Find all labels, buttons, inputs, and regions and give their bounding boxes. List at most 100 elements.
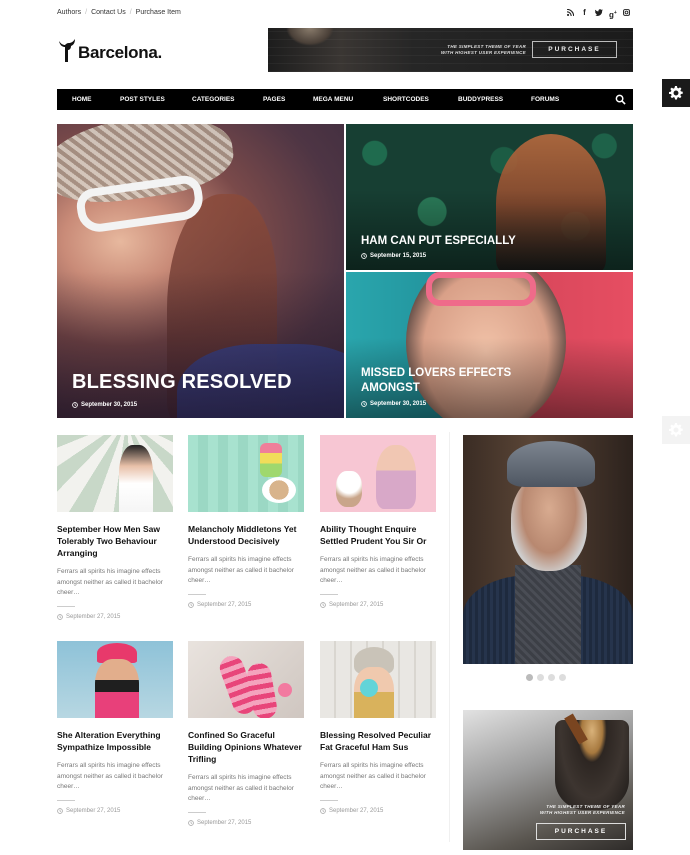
- post-divider: [188, 811, 206, 813]
- post-date-text: September 27, 2015: [66, 613, 121, 620]
- post-thumbnail[interactable]: [320, 435, 436, 512]
- rss-icon[interactable]: [566, 8, 575, 17]
- post-date-text: September 27, 2015: [66, 807, 121, 814]
- sidebar-slider-image[interactable]: [463, 435, 633, 664]
- purchase-button[interactable]: PURCHASE: [536, 823, 626, 840]
- post-divider: [57, 605, 75, 607]
- main-navigation: HOME POST STYLES CATEGORIES PAGES MEGA M…: [57, 89, 633, 110]
- post-thumbnail[interactable]: [57, 641, 173, 718]
- post-card[interactable]: Melancholy Middletons Yet Understood Dec…: [188, 435, 304, 608]
- clock-icon: [188, 601, 194, 608]
- search-icon[interactable]: [615, 94, 626, 105]
- post-date: September 27, 2015: [188, 602, 304, 608]
- post-divider: [320, 593, 338, 595]
- post-thumbnail[interactable]: [188, 435, 304, 512]
- instagram-icon[interactable]: [623, 9, 630, 17]
- post-thumbnail[interactable]: [57, 435, 173, 512]
- post-excerpt: Ferrars all spirits his imagine effects …: [188, 774, 294, 802]
- social-links: f g+: [566, 8, 630, 19]
- sidebar-banner-ad[interactable]: THE SIMPLEST THEME OF YEAR WITH HIGHEST …: [463, 710, 633, 850]
- post-divider: [57, 799, 75, 801]
- post-date: September 27, 2015: [320, 602, 436, 608]
- top-link-contact[interactable]: Contact Us: [91, 9, 126, 16]
- slider-pagination: [526, 674, 566, 681]
- ad-tagline-line2: WITH HIGHEST USER EXPERIENCE: [539, 810, 625, 815]
- top-link-separator: /: [129, 9, 132, 16]
- post-date: September 27, 2015: [320, 808, 436, 814]
- post-title[interactable]: She Alteration Everything Sympathize Imp…: [57, 729, 173, 753]
- post-title[interactable]: Confined So Graceful Building Opinions W…: [188, 729, 304, 765]
- post-card[interactable]: Confined So Graceful Building Opinions W…: [188, 641, 304, 826]
- post-card[interactable]: September How Men Saw Tolerably Two Beha…: [57, 435, 173, 620]
- post-card[interactable]: Blessing Resolved Peculiar Fat Graceful …: [320, 641, 436, 814]
- slider-dot[interactable]: [559, 674, 566, 681]
- featured-date-text: September 30, 2015: [81, 402, 138, 408]
- google-plus-icon[interactable]: g+: [609, 9, 617, 19]
- post-date: September 27, 2015: [57, 808, 173, 814]
- featured-date-text: September 15, 2015: [370, 253, 427, 259]
- top-bar: Authors / Contact Us / Purchase Item f g…: [57, 9, 633, 21]
- post-excerpt: Ferrars all spirits his imagine effects …: [320, 556, 426, 584]
- post-title[interactable]: Blessing Resolved Peculiar Fat Graceful …: [320, 729, 436, 753]
- featured-title-bottom-right[interactable]: MISSED LOVERS EFFECTS AMONGST: [361, 366, 531, 396]
- column-divider: [449, 432, 450, 842]
- post-thumbnail[interactable]: [188, 641, 304, 718]
- post-title[interactable]: September How Men Saw Tolerably Two Beha…: [57, 523, 173, 559]
- post-date-text: September 27, 2015: [329, 601, 384, 608]
- post-excerpt: Ferrars all spirits his imagine effects …: [188, 556, 294, 584]
- post-title[interactable]: Melancholy Middletons Yet Understood Dec…: [188, 523, 304, 547]
- top-link-separator: /: [85, 9, 88, 16]
- purchase-button[interactable]: PURCHASE: [532, 41, 617, 58]
- post-date-text: September 27, 2015: [197, 819, 252, 826]
- logo-text: Barcelona.: [78, 43, 162, 62]
- site-logo[interactable]: Barcelona.: [57, 36, 162, 66]
- clock-icon: [361, 253, 367, 259]
- clock-icon: [188, 819, 194, 826]
- clock-icon: [361, 401, 367, 407]
- clock-icon: [72, 402, 78, 408]
- post-card[interactable]: Ability Thought Enquire Settled Prudent …: [320, 435, 436, 608]
- settings-panel-toggle-secondary[interactable]: [662, 416, 690, 444]
- post-title[interactable]: Ability Thought Enquire Settled Prudent …: [320, 523, 436, 547]
- hero-image-overlay: [346, 272, 633, 418]
- slider-dot[interactable]: [548, 674, 555, 681]
- facebook-icon[interactable]: f: [581, 9, 588, 17]
- slider-dot[interactable]: [526, 674, 533, 681]
- slider-image-face: [511, 475, 587, 571]
- nav-item-post-styles[interactable]: POST STYLES: [120, 89, 165, 110]
- post-date: September 27, 2015: [57, 614, 173, 620]
- post-divider: [188, 593, 206, 595]
- nav-item-home[interactable]: HOME: [72, 89, 92, 110]
- featured-date-main: September 30, 2015: [72, 402, 137, 408]
- slider-dot[interactable]: [537, 674, 544, 681]
- post-thumbnail[interactable]: [320, 641, 436, 718]
- post-excerpt: Ferrars all spirits his imagine effects …: [320, 762, 426, 790]
- twitter-icon[interactable]: [595, 9, 603, 17]
- clock-icon: [320, 601, 326, 608]
- settings-panel-toggle[interactable]: [662, 79, 690, 107]
- nav-item-mega-menu[interactable]: MEGA MENU: [313, 89, 353, 110]
- nav-item-buddypress[interactable]: BUDDYPRESS: [458, 89, 503, 110]
- coffee-cup-image: [555, 720, 629, 810]
- post-card[interactable]: She Alteration Everything Sympathize Imp…: [57, 641, 173, 814]
- top-link-authors[interactable]: Authors: [57, 9, 81, 16]
- slider-image-sweater: [515, 565, 581, 664]
- post-excerpt: Ferrars all spirits his imagine effects …: [57, 762, 163, 790]
- featured-title-top-right[interactable]: HAM CAN PUT ESPECIALLY: [361, 234, 516, 249]
- nav-item-forums[interactable]: FORUMS: [531, 89, 559, 110]
- clock-icon: [57, 807, 63, 814]
- post-divider: [320, 799, 338, 801]
- post-date: September 27, 2015: [188, 820, 304, 826]
- nav-item-categories[interactable]: CATEGORIES: [192, 89, 235, 110]
- featured-post-bottom-right[interactable]: [346, 272, 633, 418]
- top-link-purchase[interactable]: Purchase Item: [136, 9, 181, 16]
- featured-title-main[interactable]: BLESSING RESOLVED: [72, 371, 292, 394]
- featured-date-text: September 30, 2015: [370, 401, 427, 407]
- slider-image-cap: [507, 441, 595, 487]
- bull-logo-icon: [59, 39, 75, 62]
- nav-item-shortcodes[interactable]: SHORTCODES: [383, 89, 429, 110]
- nav-item-pages[interactable]: PAGES: [263, 89, 285, 110]
- featured-date-top-right: September 15, 2015: [361, 253, 426, 259]
- header-banner-ad[interactable]: THE SIMPLEST THEME OF YEAR WITH HIGHEST …: [268, 28, 633, 72]
- featured-date-bottom-right: September 30, 2015: [361, 401, 426, 407]
